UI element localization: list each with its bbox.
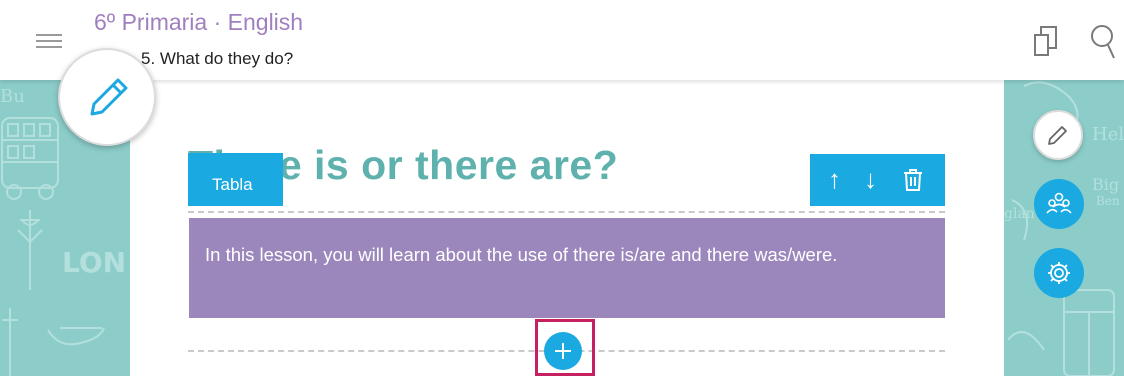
intro-text-block[interactable]: In this lesson, you will learn about the… <box>189 218 945 318</box>
users-icon <box>1046 192 1072 214</box>
search-icon[interactable] <box>1086 24 1116 65</box>
menu-icon[interactable] <box>36 34 62 48</box>
svg-text:Bu: Bu <box>0 86 25 107</box>
edit-mode-button[interactable] <box>58 48 156 146</box>
app-header: 6º Primaria · English 5. What do they do… <box>0 0 1124 80</box>
svg-text:LON: LON <box>62 246 126 279</box>
gear-icon <box>1048 262 1070 284</box>
pages-icon[interactable] <box>1031 24 1065 63</box>
settings-button[interactable] <box>1034 248 1084 298</box>
trash-icon <box>904 169 922 191</box>
unit-subtitle: 5. What do they do? <box>141 49 294 68</box>
intro-text: In this lesson, you will learn about the… <box>205 244 838 265</box>
block-divider-top <box>188 211 945 213</box>
svg-text:Big: Big <box>1092 175 1119 194</box>
page-title: 6º Primaria · English <box>94 9 304 35</box>
content-area: There is or there are? Tabla ↑ ↓ In this… <box>130 80 1004 376</box>
users-button[interactable] <box>1034 179 1084 229</box>
add-block-button[interactable] <box>544 332 582 370</box>
edit-button[interactable] <box>1033 110 1083 160</box>
delete-button[interactable] <box>902 168 924 198</box>
move-down-button[interactable]: ↓ <box>864 164 877 194</box>
pencil-icon <box>1048 126 1067 145</box>
tabla-tag[interactable]: Tabla <box>188 153 283 206</box>
pencil-icon <box>90 78 128 116</box>
svg-text:Ben: Ben <box>1096 194 1120 208</box>
block-toolbar: ↑ ↓ <box>810 154 945 206</box>
plus-icon <box>555 343 571 359</box>
svg-text:glan: glan <box>1004 206 1035 222</box>
move-up-button[interactable]: ↑ <box>828 164 841 194</box>
svg-text:Hel: Hel <box>1092 124 1124 145</box>
